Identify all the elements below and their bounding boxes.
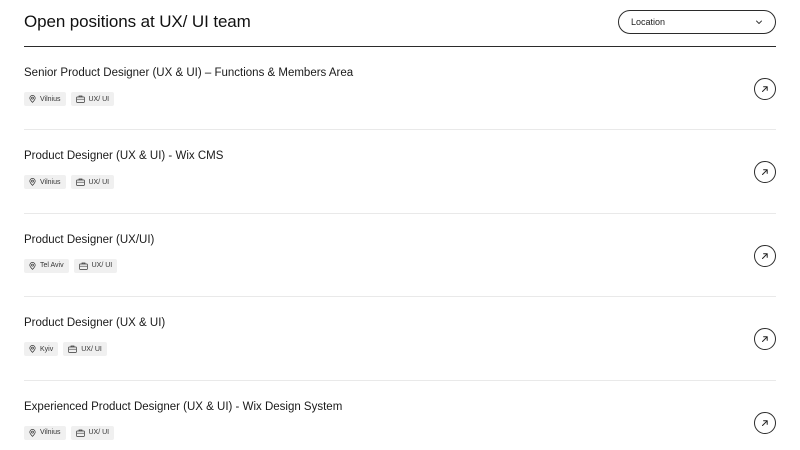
team-tag-label: UX/ UI: [91, 262, 113, 270]
team-tag: UX/ UI: [73, 258, 118, 273]
team-tag: UX/ UI: [70, 92, 115, 106]
page-title: Open positions at UX/ UI team: [24, 12, 251, 31]
team-tag-label: UX/ UI: [88, 95, 110, 103]
job-item[interactable]: Product Designer (UX & UI) - Wix CMS Vil…: [24, 130, 776, 214]
job-tags: Vilnius UX/ UI: [24, 425, 115, 440]
location-pin-icon: [29, 261, 36, 270]
location-tag: Vilnius: [24, 425, 66, 440]
location-tag-label: Tel Aviv: [40, 262, 64, 270]
location-dropdown[interactable]: Location: [618, 10, 776, 34]
job-item[interactable]: Senior Product Designer (UX & UI) – Func…: [24, 47, 776, 131]
job-title[interactable]: Senior Product Designer (UX & UI) – Func…: [24, 67, 353, 79]
arrow-up-right-icon: [760, 418, 770, 428]
location-tag-label: Vilnius: [40, 429, 61, 437]
location-pin-icon: [29, 95, 36, 103]
team-tag-label: UX/ UI: [88, 178, 110, 186]
page: Open positions at UX/ UI team Location S…: [0, 0, 800, 450]
briefcase-icon: [78, 262, 88, 270]
briefcase-icon: [75, 178, 85, 187]
location-pin-icon: [29, 345, 36, 354]
job-item[interactable]: Experienced Product Designer (UX & UI) -…: [24, 381, 776, 450]
open-job-button[interactable]: [754, 328, 776, 351]
location-tag-label: Vilnius: [40, 178, 61, 186]
job-tags: Vilnius UX/ UI: [24, 175, 115, 190]
open-job-button[interactable]: [754, 411, 776, 434]
location-tag: Vilnius: [24, 175, 66, 190]
job-item[interactable]: Product Designer (UX/UI) Tel Aviv UX/ UI: [24, 214, 776, 298]
job-title[interactable]: Experienced Product Designer (UX & UI) -…: [24, 401, 342, 413]
open-job-button[interactable]: [754, 161, 776, 184]
location-tag: Kyiv: [24, 342, 59, 357]
job-tags: Kyiv UX/ UI: [24, 342, 107, 357]
open-job-button[interactable]: [754, 244, 776, 267]
briefcase-icon: [68, 345, 77, 353]
briefcase-icon: [75, 429, 85, 437]
team-tag: UX/ UI: [70, 175, 115, 190]
arrow-up-right-icon: [760, 167, 770, 177]
job-title[interactable]: Product Designer (UX/UI): [24, 234, 154, 246]
header: Open positions at UX/ UI team Location: [24, 0, 776, 47]
team-tag-label: UX/ UI: [81, 345, 102, 353]
location-tag: Vilnius: [24, 92, 66, 106]
team-tag-label: UX/ UI: [88, 429, 110, 437]
job-title[interactable]: Product Designer (UX & UI): [24, 317, 165, 329]
location-tag-label: Vilnius: [40, 95, 61, 103]
location-pin-icon: [29, 178, 36, 187]
chevron-down-icon: [755, 18, 763, 26]
job-item[interactable]: Product Designer (UX & UI) Kyiv UX/ UI: [24, 297, 776, 381]
location-tag: Tel Aviv: [24, 258, 69, 273]
open-job-button[interactable]: [754, 78, 776, 100]
location-dropdown-label: Location: [631, 17, 666, 27]
job-list: Senior Product Designer (UX & UI) – Func…: [24, 47, 776, 450]
location-pin-icon: [29, 428, 36, 437]
team-tag: UX/ UI: [63, 342, 107, 357]
arrow-up-right-icon: [760, 251, 770, 261]
location-tag-label: Kyiv: [40, 345, 54, 353]
team-tag: UX/ UI: [70, 425, 115, 440]
briefcase-icon: [75, 95, 85, 103]
arrow-up-right-icon: [760, 334, 770, 344]
job-tags: Vilnius UX/ UI: [24, 92, 115, 106]
arrow-up-right-icon: [760, 84, 770, 94]
job-tags: Tel Aviv UX/ UI: [24, 258, 118, 273]
job-title[interactable]: Product Designer (UX & UI) - Wix CMS: [24, 150, 223, 162]
